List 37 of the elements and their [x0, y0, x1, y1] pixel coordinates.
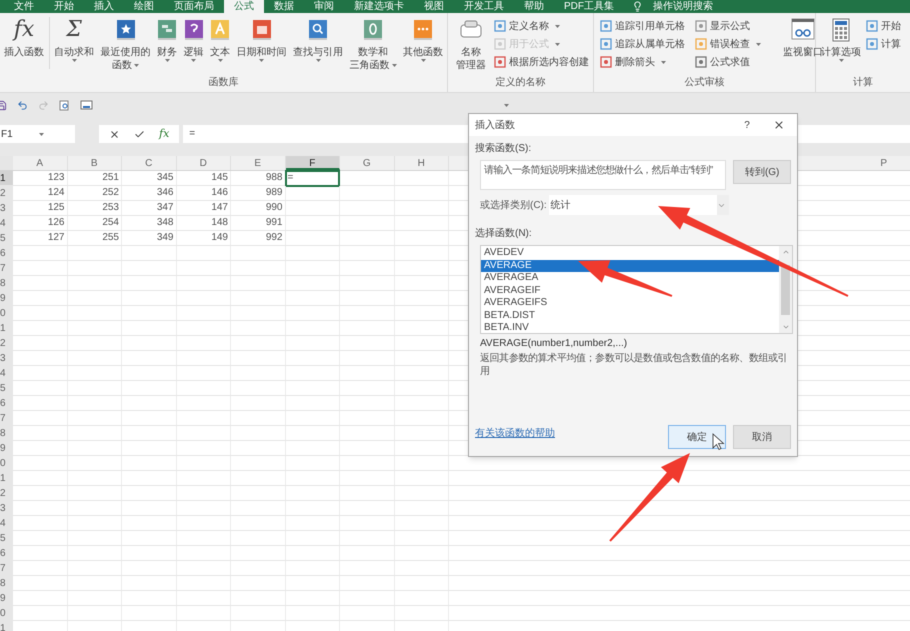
- category-label: 或选择类别(C):: [480, 198, 547, 212]
- table-cell-text: 348: [156, 216, 174, 230]
- table-cell-text: 254: [101, 216, 120, 230]
- group-label: 函数库: [208, 76, 240, 90]
- function-list-label: 选择函数(N):: [475, 227, 533, 241]
- function-glyph-icon: Σ: [66, 18, 82, 42]
- group-label: 计算: [852, 76, 874, 90]
- table-cell-text: 992: [264, 231, 284, 245]
- table-cell-text: 147: [210, 201, 229, 215]
- function-description: 返回其参数的算术平均值；参数可以是数值或包含数值的名称、数组或引用: [479, 352, 788, 378]
- group-label: 公式审核: [684, 76, 726, 90]
- table-cell-text: 346: [156, 186, 174, 200]
- table-cell-text: 145: [210, 171, 229, 185]
- table-cell-text: 988: [264, 171, 284, 185]
- table-cell-text: 124: [46, 186, 66, 200]
- table-cell-text: 123: [46, 171, 66, 185]
- table-cell-text: 253: [101, 201, 120, 215]
- table-cell-text: 251: [101, 171, 120, 185]
- table-cell-text: 125: [46, 201, 66, 215]
- table-cell-text: 255: [101, 231, 120, 245]
- table-cell-text: 991: [264, 216, 284, 230]
- table-cell-text: 989: [264, 186, 284, 200]
- table-cell-text: 990: [264, 201, 284, 215]
- table-cell-text: 349: [156, 231, 174, 245]
- table-cell-text: 148: [210, 216, 229, 230]
- table-cell-text: 126: [46, 216, 66, 230]
- table-cell-text: 146: [210, 186, 229, 200]
- function-signature: AVERAGE(number1,number2,...): [479, 337, 628, 351]
- table-cell-text: 127: [46, 231, 66, 245]
- function-glyph-icon: fx: [14, 18, 34, 42]
- search-label: 搜索函数(S):: [475, 142, 532, 156]
- table-cell-text: 252: [101, 186, 120, 200]
- table-cell: =: [286, 171, 339, 186]
- table-cell-text: 347: [156, 201, 174, 215]
- table-cell-text: 345: [156, 171, 174, 185]
- group-label: 定义的名称: [494, 76, 546, 90]
- table-cell-text: 149: [210, 231, 229, 245]
